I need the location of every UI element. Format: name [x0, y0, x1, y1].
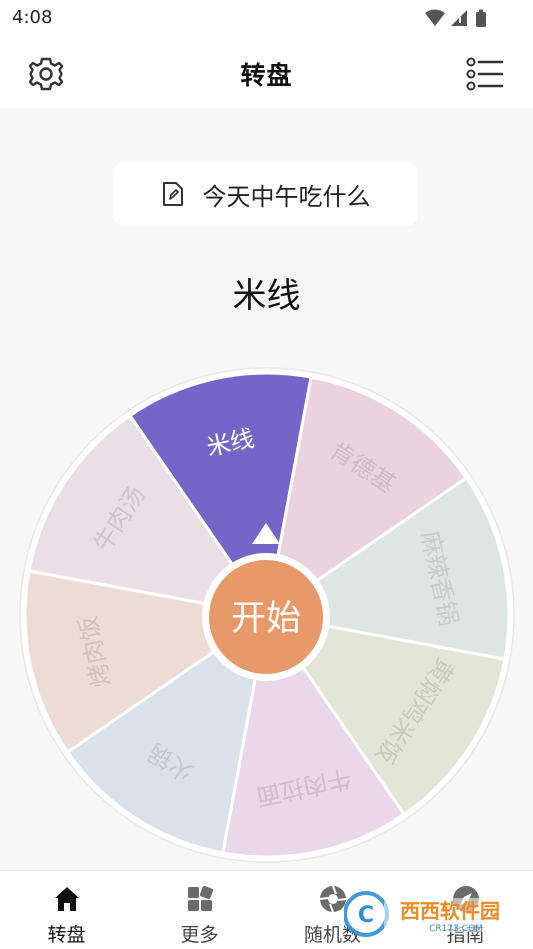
compass-icon: [452, 886, 479, 912]
page-title: 转盘: [240, 61, 293, 90]
tab-label: 转盘: [47, 924, 86, 946]
result-text: 米线: [232, 276, 301, 316]
tab-label: 指南: [446, 924, 485, 946]
tab-label: 更多: [180, 924, 219, 946]
question-card[interactable]: 今天中午吃什么: [113, 162, 418, 226]
home-icon: [54, 887, 79, 911]
edit-document-icon: [162, 182, 183, 206]
signal-alert-icon: [459, 17, 461, 23]
status-bar: 4:08: [0, 0, 533, 36]
status-icons: [425, 9, 486, 27]
grid-icon: [187, 885, 213, 911]
wifi-icon: [425, 9, 445, 26]
tab-label: 随机数: [303, 924, 361, 946]
spin-wheel[interactable]: 米线 肯德基麻辣香锅黄焖鸡米饭牛肉拉面火锅烤肉饭牛肉汤 开始: [0, 360, 533, 870]
tab-random-number[interactable]: 随机数: [266, 871, 399, 949]
tab-wheel[interactable]: 转盘: [0, 871, 133, 949]
list-menu-icon[interactable]: [464, 54, 506, 94]
tab-more[interactable]: 更多: [133, 871, 266, 949]
aperture-icon: [319, 885, 346, 913]
start-button-label: 开始: [231, 599, 301, 639]
battery-icon: [476, 9, 486, 27]
start-button[interactable]: 开始: [209, 560, 323, 674]
status-time: 4:08: [12, 7, 53, 28]
app-bar: 转盘: [0, 36, 533, 108]
bottom-tab-bar: 转盘 更多 随机数 指南: [0, 870, 533, 949]
tab-compass[interactable]: 指南: [399, 871, 532, 949]
question-text: 今天中午吃什么: [202, 182, 371, 211]
